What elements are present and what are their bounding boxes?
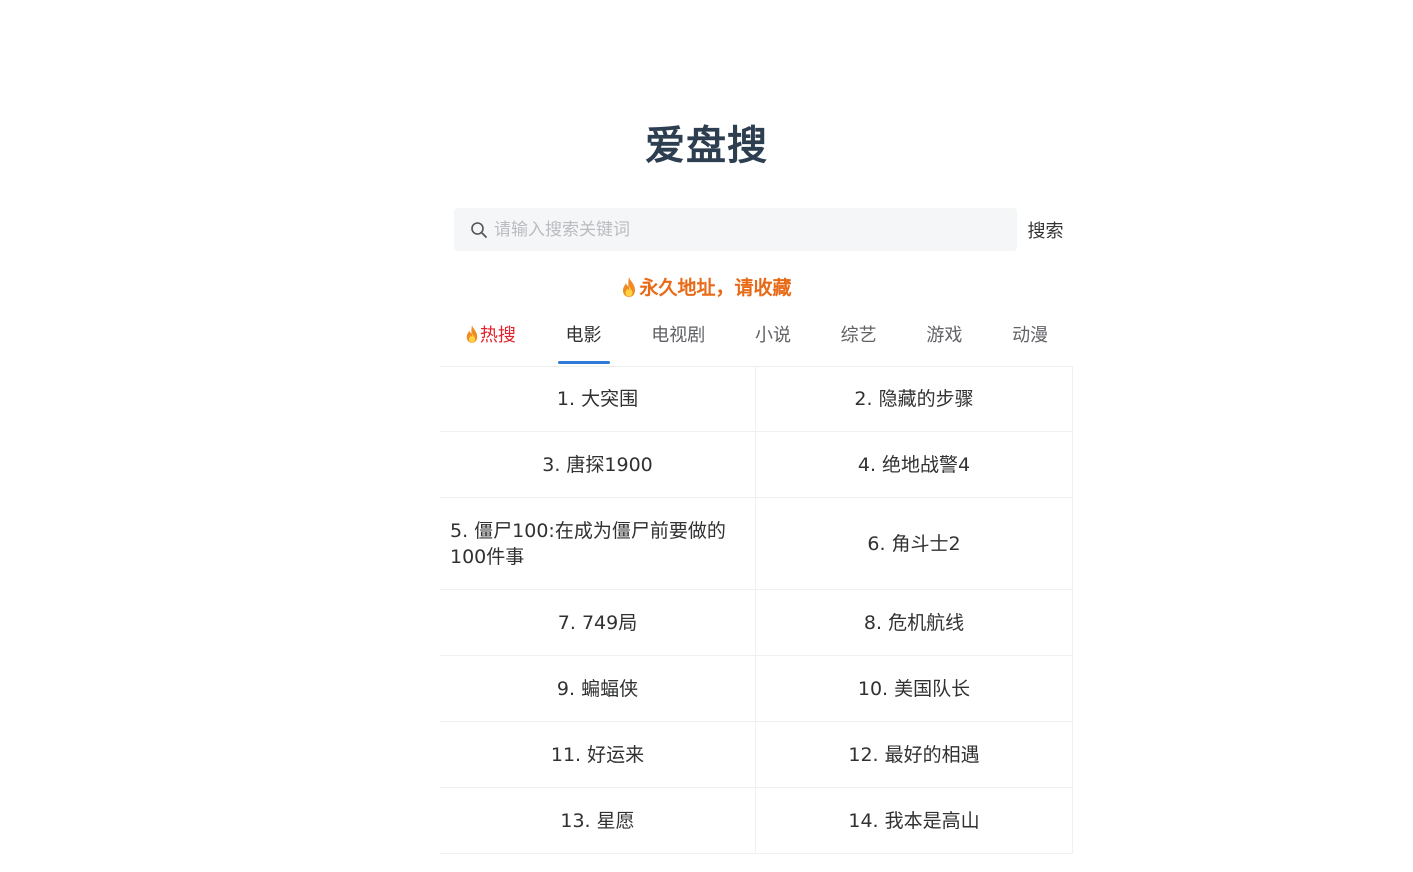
tab-games[interactable]: 游戏 [918,316,970,364]
list-item[interactable]: 9. 蝙蝠侠 [440,656,756,722]
page: 爱盘搜 搜索 永久地址，请收藏 热搜 电影 电视剧 小说 综艺 游戏 动漫 [0,0,1413,872]
fire-icon [466,325,478,343]
search-bar: 搜索 [454,208,1074,251]
tab-variety[interactable]: 综艺 [833,316,885,364]
tab-novels[interactable]: 小说 [747,316,799,364]
list-item[interactable]: 1. 大突围 [440,366,756,432]
list-item[interactable]: 10. 美国队长 [756,656,1073,722]
list-item[interactable]: 2. 隐藏的步骤 [756,366,1073,432]
tab-hot-search[interactable]: 热搜 [457,316,524,364]
list-item[interactable]: 4. 绝地战警4 [756,432,1073,498]
category-tabs: 热搜 电影 电视剧 小说 综艺 游戏 动漫 [440,316,1073,367]
site-title: 爱盘搜 [645,123,768,169]
list-item[interactable]: 7. 749局 [440,590,756,656]
list-item[interactable]: 14. 我本是高山 [756,788,1073,854]
list-item[interactable]: 11. 好运来 [440,722,756,788]
list-item[interactable]: 8. 危机航线 [756,590,1073,656]
list-item[interactable]: 6. 角斗士2 [756,498,1073,590]
search-button[interactable]: 搜索 [1017,208,1074,251]
tab-anime[interactable]: 动漫 [1004,316,1056,364]
permanent-address-notice: 永久地址，请收藏 [0,274,1413,302]
tab-movies[interactable]: 电影 [557,316,610,364]
list-item[interactable]: 13. 星愿 [440,788,756,854]
tab-label: 热搜 [479,325,516,346]
fire-icon [623,277,636,297]
tab-tv-series[interactable]: 电视剧 [643,316,713,364]
notice-text: 永久地址，请收藏 [639,277,792,299]
search-input[interactable] [494,208,1004,251]
search-box[interactable] [454,208,1017,251]
list-item[interactable]: 3. 唐探1900 [440,432,756,498]
list-item[interactable]: 12. 最好的相遇 [756,722,1073,788]
search-icon [471,222,487,238]
trending-list: 1. 大突围 2. 隐藏的步骤 3. 唐探1900 4. 绝地战警4 5. 僵尸… [440,366,1073,854]
list-item[interactable]: 5. 僵尸100:在成为僵尸前要做的100件事 [440,498,756,590]
